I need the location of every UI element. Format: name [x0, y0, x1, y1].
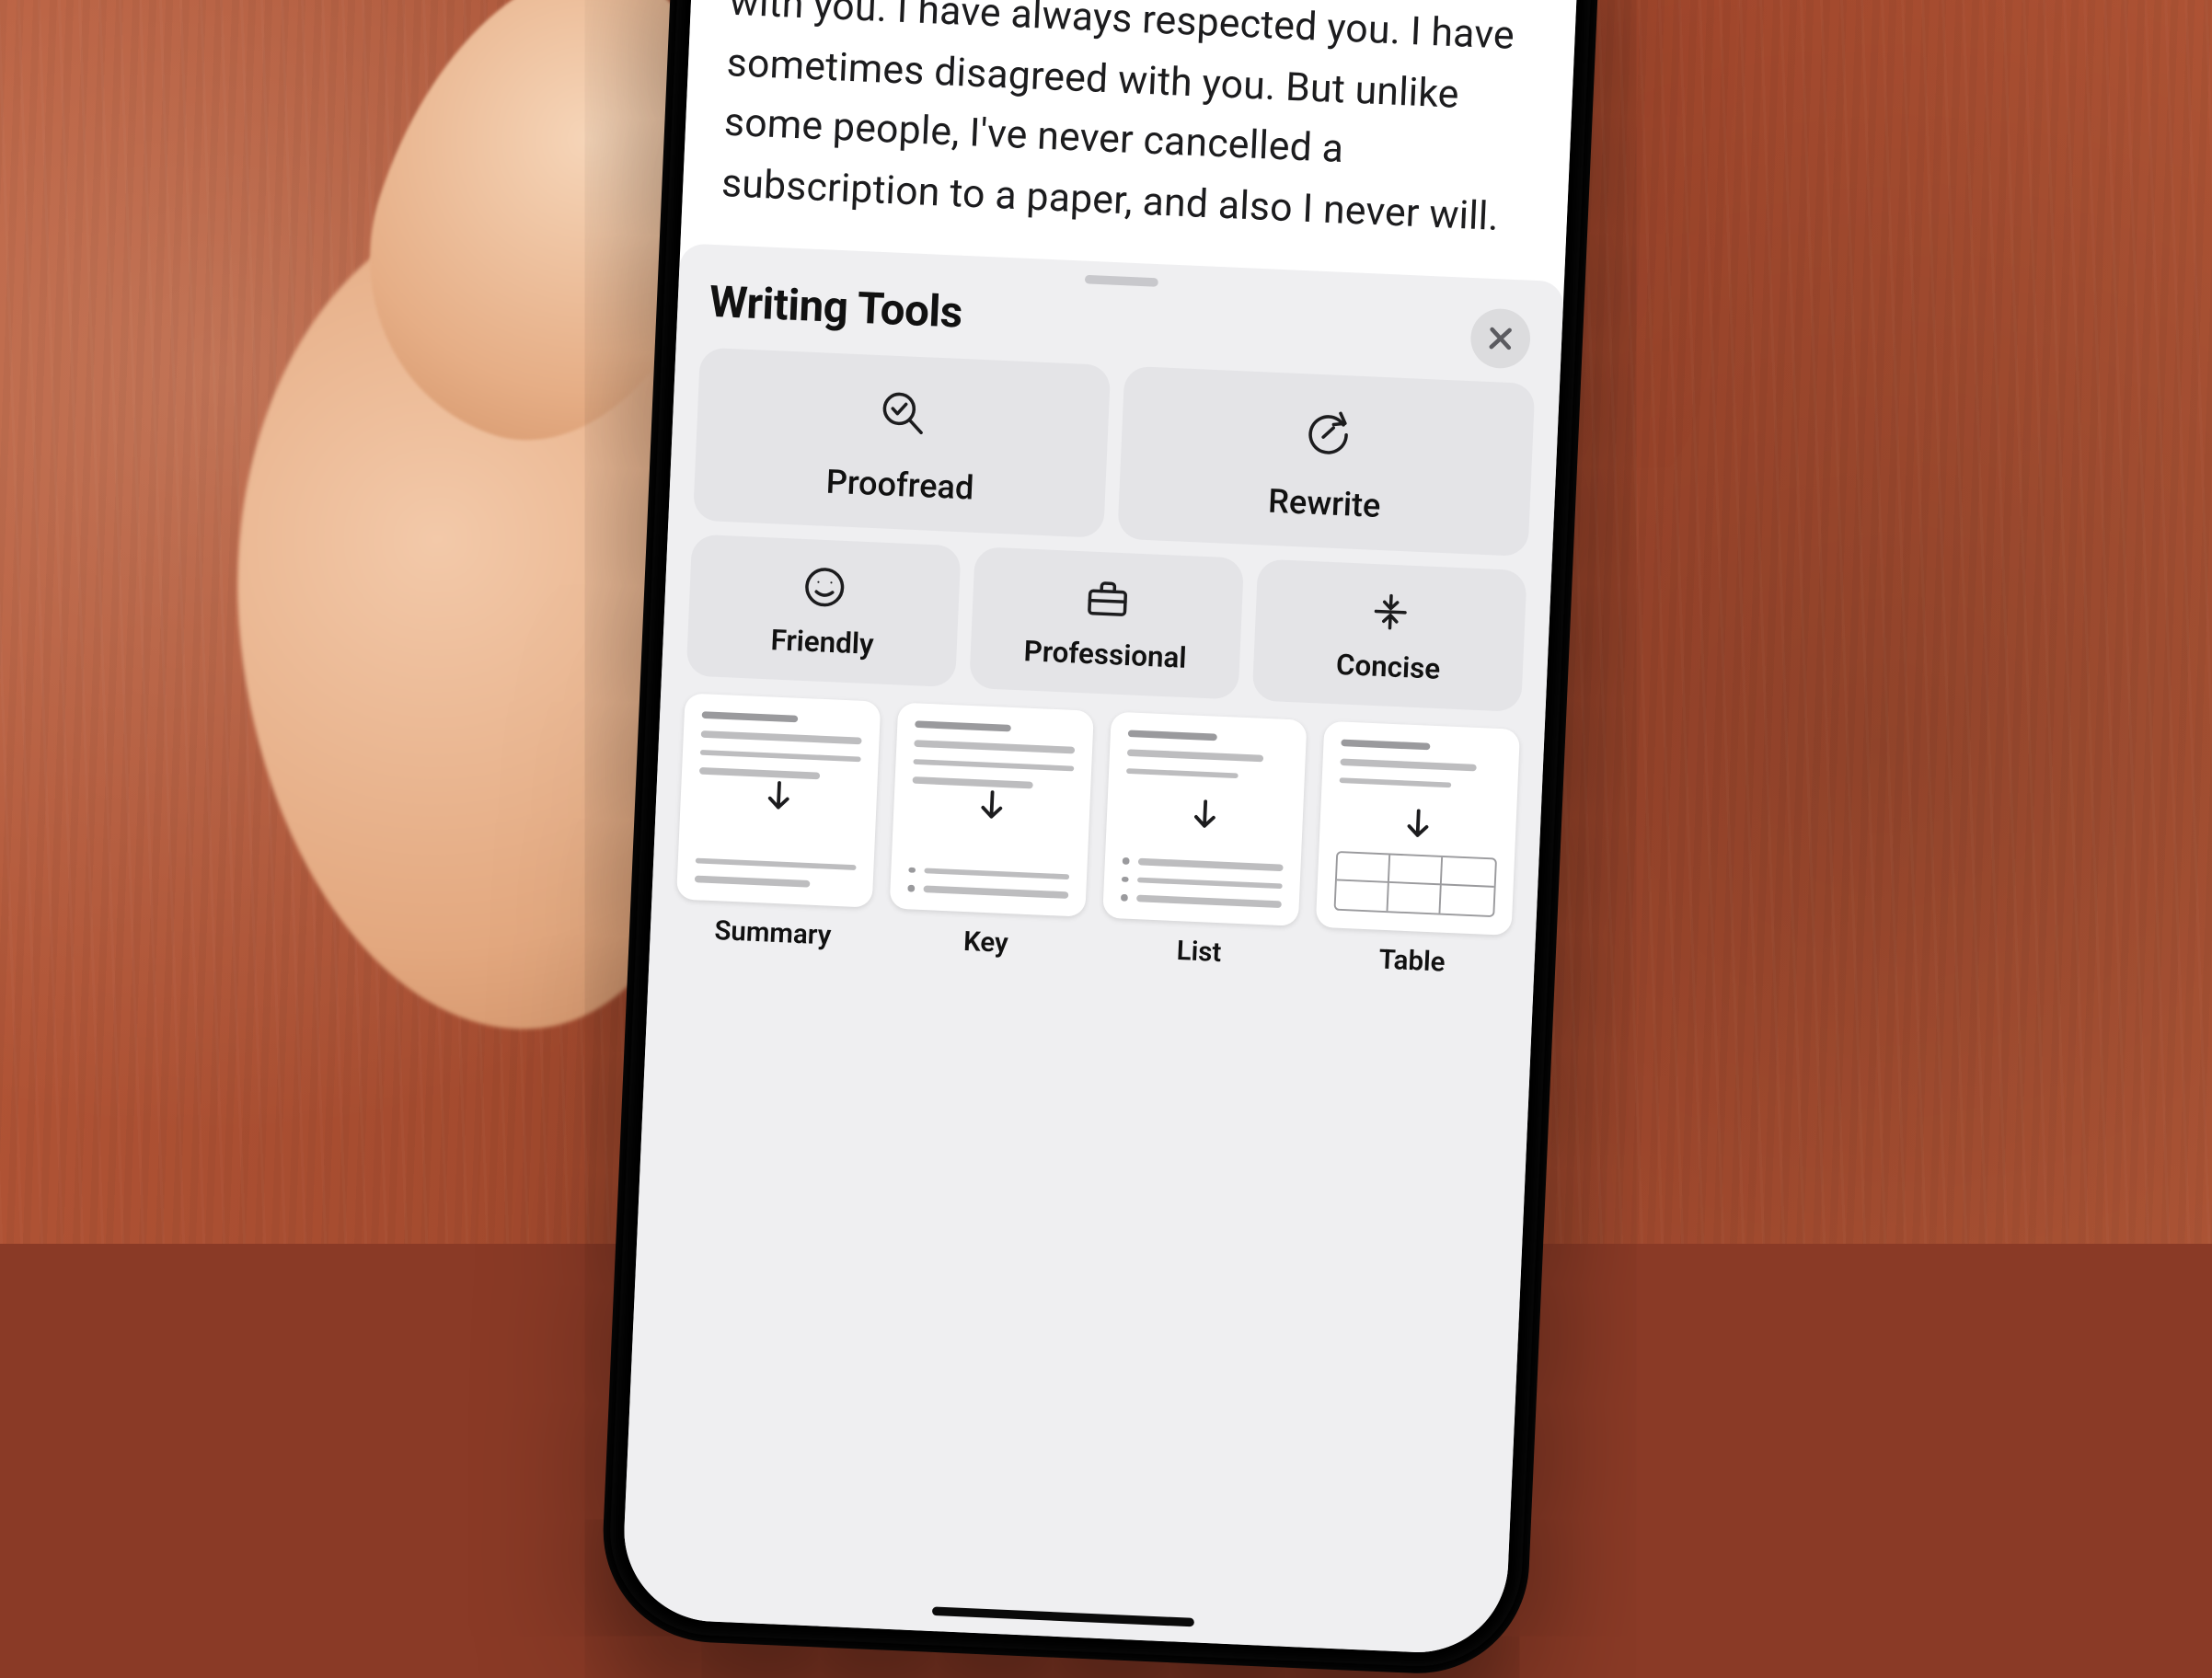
phone-frame: because gentlemen, this is my last press…	[598, 0, 1607, 1678]
summary-thumbnail	[676, 693, 881, 906]
compress-lines-icon	[1368, 588, 1412, 635]
key-points-button[interactable]: Key	[887, 702, 1093, 961]
list-button[interactable]: List	[1100, 712, 1307, 971]
key-thumbnail	[890, 702, 1094, 915]
list-label: List	[1176, 934, 1222, 967]
briefcase-icon	[1084, 576, 1132, 624]
summary-label: Summary	[714, 914, 832, 951]
arrow-down-icon	[977, 787, 1007, 831]
summary-button[interactable]: Summary	[674, 693, 881, 952]
smile-icon	[802, 564, 847, 611]
arrow-circle-redo-icon	[1302, 405, 1354, 459]
concise-label: Concise	[1335, 649, 1441, 687]
home-indicator[interactable]	[932, 1606, 1194, 1626]
arrow-down-icon	[1190, 797, 1219, 840]
writing-tools-sheet: Writing Tools	[620, 243, 1564, 1656]
friendly-button[interactable]: Friendly	[686, 534, 962, 688]
professional-label: Professional	[1023, 636, 1187, 676]
table-icon	[1334, 850, 1497, 916]
list-thumbnail	[1102, 712, 1307, 925]
sheet-grabber[interactable]	[1085, 275, 1158, 287]
note-body-text[interactable]: because gentlemen, this is my last press…	[680, 0, 1584, 282]
close-icon	[1488, 326, 1514, 351]
table-thumbnail	[1316, 721, 1520, 935]
phone-screen: because gentlemen, this is my last press…	[620, 0, 1584, 1656]
table-label: Table	[1378, 943, 1446, 977]
concise-button[interactable]: Concise	[1252, 558, 1527, 712]
arrow-down-icon	[764, 778, 793, 822]
sheet-title: Writing Tools	[709, 279, 963, 340]
key-label: Key	[962, 925, 1008, 958]
friendly-label: Friendly	[770, 625, 874, 662]
rewrite-button[interactable]: Rewrite	[1117, 366, 1535, 557]
close-button[interactable]	[1469, 307, 1531, 369]
magnifier-check-icon	[878, 386, 929, 441]
proofread-label: Proofread	[825, 461, 974, 508]
table-button[interactable]: Table	[1314, 721, 1520, 981]
professional-button[interactable]: Professional	[969, 546, 1244, 700]
rewrite-label: Rewrite	[1267, 480, 1381, 525]
proofread-button[interactable]: Proofread	[693, 347, 1111, 537]
arrow-down-icon	[1403, 806, 1433, 849]
